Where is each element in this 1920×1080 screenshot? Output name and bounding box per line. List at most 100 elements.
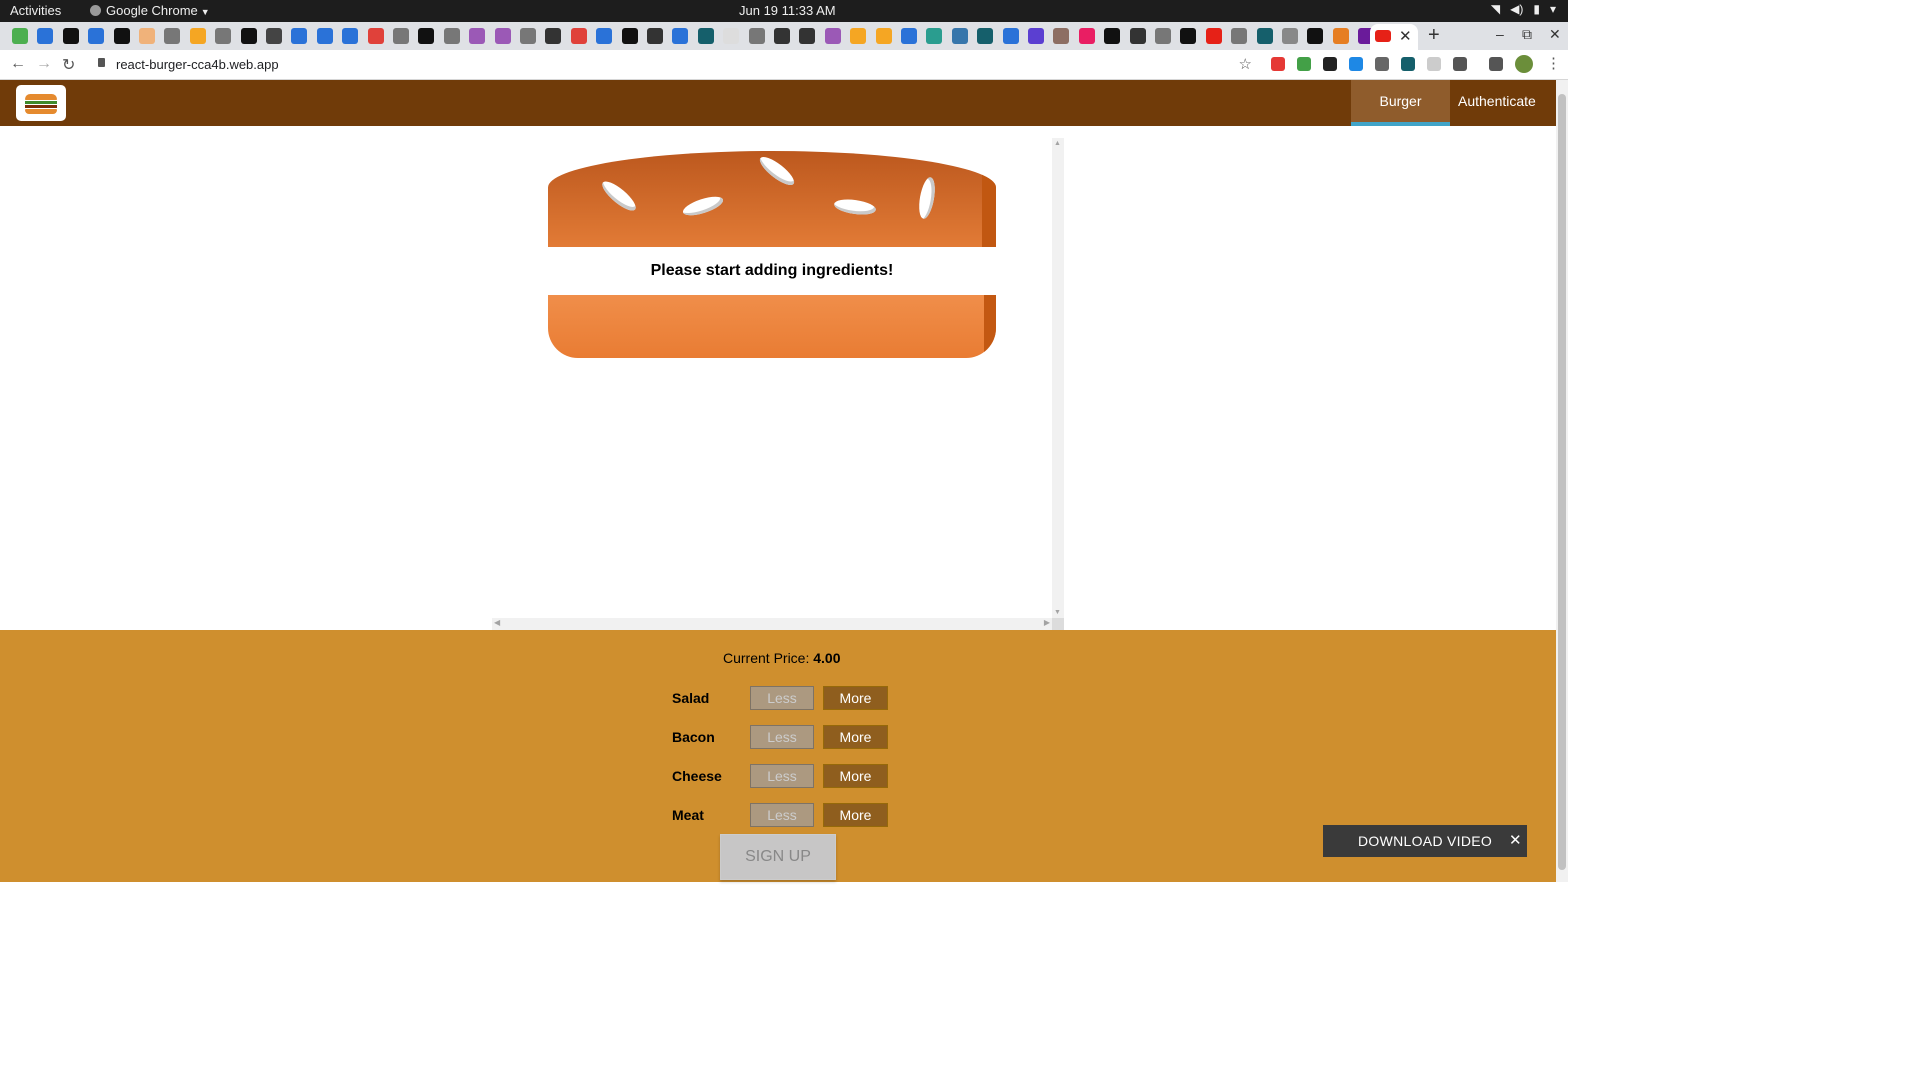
tab-favicon-icon[interactable] <box>443 28 460 44</box>
page-scrollbar-thumb[interactable] <box>1558 94 1566 870</box>
tab-favicon-icon[interactable] <box>850 28 867 44</box>
page-scrollbar[interactable] <box>1556 80 1568 882</box>
tab-favicon-icon[interactable] <box>189 28 206 44</box>
tab-favicon-icon[interactable] <box>12 28 28 44</box>
close-window-button[interactable]: ✕ <box>1549 26 1561 43</box>
scroll-up-arrow-icon[interactable]: ▲ <box>1054 140 1061 147</box>
tab-favicon-icon[interactable] <box>596 28 613 44</box>
tab-favicon-icon[interactable] <box>139 28 155 44</box>
tab-favicon-icon[interactable] <box>570 28 587 44</box>
app-menu[interactable]: Google Chrome ▼ <box>90 3 210 18</box>
tab-favicon-icon[interactable] <box>418 28 435 44</box>
tab-favicon-icon[interactable] <box>393 28 409 44</box>
tab-favicon-icon[interactable] <box>697 28 714 44</box>
extension-icon[interactable] <box>1349 57 1363 71</box>
menu-kebab-icon[interactable]: ⋮ <box>1546 54 1561 72</box>
burger-vertical-scrollbar[interactable]: ▲ ▼ <box>1052 138 1064 618</box>
tab-favicon-icon[interactable] <box>951 28 968 44</box>
close-icon[interactable]: ✕ <box>1509 831 1522 849</box>
address-bar[interactable]: react-burger-cca4b.web.app ☆ <box>88 52 1260 77</box>
extension-icon[interactable] <box>1427 57 1441 71</box>
tab-favicon-icon[interactable] <box>37 28 54 44</box>
tab-favicon-icon[interactable] <box>799 28 816 44</box>
restore-window-button[interactable]: ⧉ <box>1522 26 1532 43</box>
less-meat-button[interactable]: Less <box>750 803 814 827</box>
url-text[interactable]: react-burger-cca4b.web.app <box>116 57 279 72</box>
new-tab-button[interactable]: + <box>1428 24 1440 47</box>
forward-arrow-icon[interactable]: → <box>36 55 52 73</box>
tab-favicon-icon[interactable] <box>164 28 181 44</box>
scroll-down-arrow-icon[interactable]: ▼ <box>1054 609 1061 616</box>
more-meat-button[interactable]: More <box>823 803 888 827</box>
extension-icon[interactable] <box>1489 57 1503 71</box>
tab-favicon-icon[interactable] <box>875 28 892 44</box>
tab-favicon-icon[interactable] <box>748 28 765 44</box>
extension-icon[interactable] <box>1323 57 1337 71</box>
active-tab[interactable]: ✕ <box>1370 24 1418 50</box>
more-salad-button[interactable]: More <box>823 686 888 710</box>
extension-icon[interactable] <box>1453 57 1467 71</box>
tab-favicon-icon[interactable] <box>316 28 333 44</box>
tab-favicon-icon[interactable] <box>1332 28 1349 44</box>
tab-favicon-icon[interactable] <box>774 28 790 44</box>
tab-favicon-icon[interactable] <box>62 28 79 44</box>
system-tray[interactable]: ◥ ◀) ▮ ▾ <box>1491 2 1556 16</box>
tab-favicon-icon[interactable] <box>266 28 282 44</box>
tab-favicon-icon[interactable] <box>545 28 562 44</box>
tab-favicon-icon[interactable] <box>1129 28 1146 44</box>
tab-favicon-icon[interactable] <box>88 28 105 44</box>
tab-favicon-icon[interactable] <box>113 28 130 44</box>
tab-favicon-icon[interactable] <box>1078 28 1095 44</box>
tab-favicon-icon[interactable] <box>1053 28 1070 44</box>
tab-favicon-icon[interactable] <box>342 28 359 44</box>
more-bacon-button[interactable]: More <box>823 725 888 749</box>
less-salad-button[interactable]: Less <box>750 686 814 710</box>
minimize-window-button[interactable]: – <box>1496 26 1504 42</box>
tab-favicon-icon[interactable] <box>469 28 486 44</box>
scroll-left-arrow-icon[interactable]: ◀ <box>494 618 500 627</box>
extension-icon[interactable] <box>1297 57 1311 71</box>
tab-favicon-icon[interactable] <box>215 28 232 44</box>
tab-favicon-icon[interactable] <box>494 28 511 44</box>
scroll-right-arrow-icon[interactable]: ▶ <box>1044 618 1050 627</box>
tab-favicon-icon[interactable] <box>977 28 994 44</box>
bookmark-star-icon[interactable]: ☆ <box>1239 55 1252 73</box>
tab-favicon-icon[interactable] <box>1282 28 1298 44</box>
tab-favicon-icon[interactable] <box>367 28 384 44</box>
nav-authenticate[interactable]: Authenticate <box>1450 80 1539 126</box>
extension-icon[interactable] <box>1271 57 1285 71</box>
download-video-label[interactable]: DOWNLOAD VIDEO <box>1358 833 1492 849</box>
extension-icon[interactable] <box>1401 57 1415 71</box>
tab-favicon-icon[interactable] <box>647 28 663 44</box>
extension-icon[interactable] <box>1375 57 1389 71</box>
tab-favicon-icon[interactable] <box>723 28 740 44</box>
tab-favicon-icon[interactable] <box>672 28 689 44</box>
tab-favicon-icon[interactable] <box>901 28 917 44</box>
tab-favicon-icon[interactable] <box>1256 28 1273 44</box>
tab-favicon-icon[interactable] <box>1180 28 1197 44</box>
less-cheese-button[interactable]: Less <box>750 764 814 788</box>
tab-favicon-icon[interactable] <box>926 28 943 44</box>
tab-favicon-icon[interactable] <box>1104 28 1121 44</box>
reload-icon[interactable]: ↻ <box>62 55 75 75</box>
tab-favicon-icon[interactable] <box>824 28 841 44</box>
profile-avatar[interactable] <box>1515 55 1533 73</box>
activities-button[interactable]: Activities <box>10 3 61 18</box>
tab-favicon-icon[interactable] <box>240 28 257 44</box>
back-arrow-icon[interactable]: ← <box>10 55 26 73</box>
tab-favicon-icon[interactable] <box>1155 28 1171 44</box>
tab-favicon-icon[interactable] <box>1028 28 1044 44</box>
tab-favicon-icon[interactable] <box>1002 28 1019 44</box>
tab-favicon-icon[interactable] <box>1205 28 1222 44</box>
clock[interactable]: Jun 19 11:33 AM <box>739 3 836 18</box>
tab-favicon-icon[interactable] <box>291 28 308 44</box>
sign-up-button[interactable]: SIGN UP <box>720 834 836 880</box>
tab-favicon-icon[interactable] <box>520 28 536 44</box>
download-video-widget[interactable]: DOWNLOAD VIDEO ✕ <box>1323 825 1527 857</box>
burger-horizontal-scrollbar[interactable]: ◀ ▶ <box>492 618 1052 630</box>
tab-favicon-icon[interactable] <box>1231 28 1248 44</box>
close-tab-icon[interactable]: ✕ <box>1399 27 1412 45</box>
less-bacon-button[interactable]: Less <box>750 725 814 749</box>
tab-favicon-icon[interactable] <box>1307 28 1324 44</box>
nav-burger-builder[interactable]: Burger Builder <box>1351 80 1450 151</box>
